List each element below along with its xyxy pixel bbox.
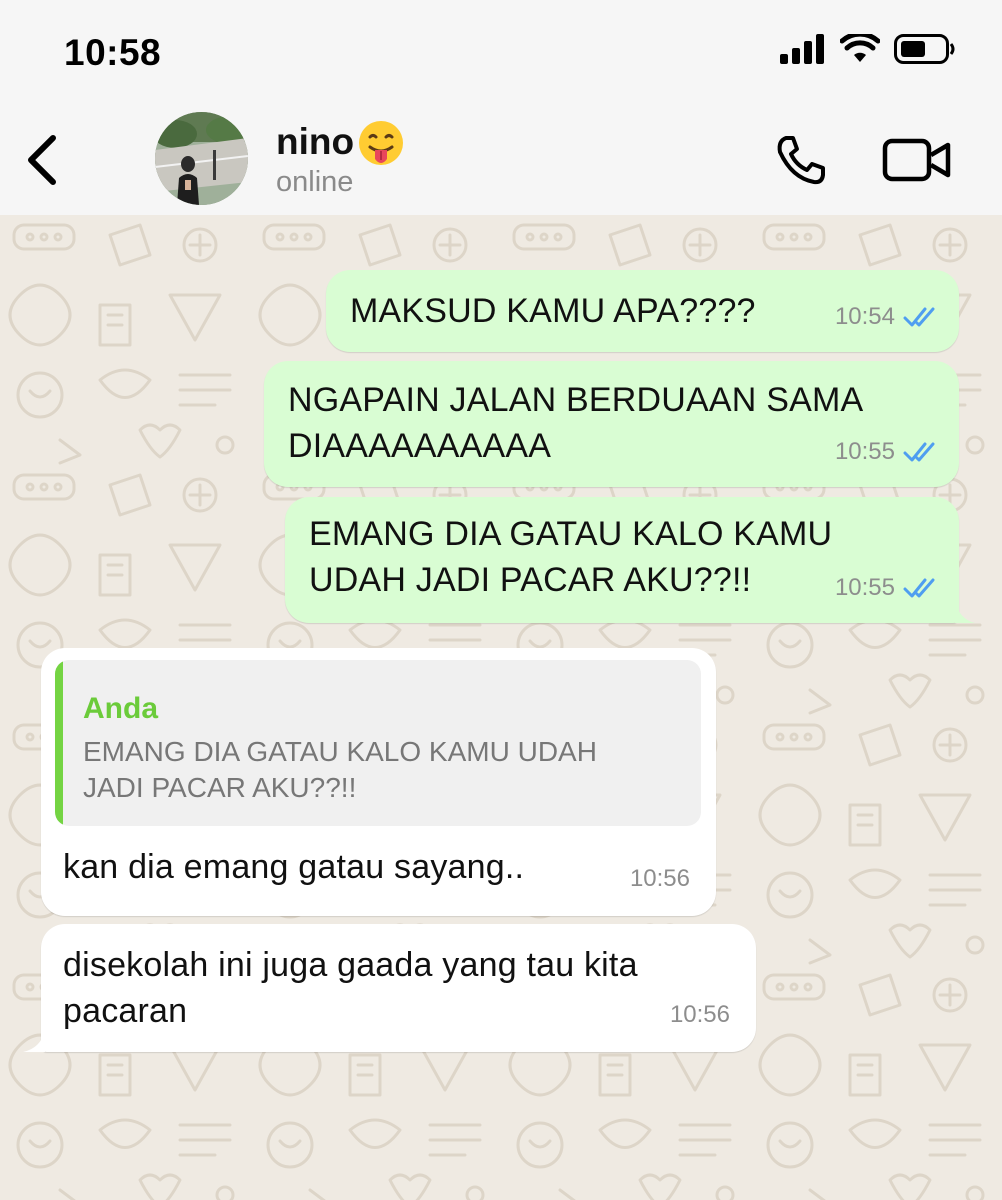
- battery-icon: [894, 33, 956, 69]
- contact-name-text: nino: [276, 121, 355, 162]
- message-meta: 10:55: [835, 565, 939, 611]
- message-text: disekolah ini juga gaada yang tau kita p…: [63, 946, 638, 1030]
- video-call-button[interactable]: [880, 134, 954, 186]
- message-text: EMANG DIA GATAU KALO KAMU UDAH JADI PACA…: [309, 515, 833, 599]
- message-meta: 10:54: [835, 294, 939, 340]
- quote-accent-bar: [55, 660, 63, 826]
- outgoing-message[interactable]: MAKSUD KAMU APA???? 10:54: [326, 270, 959, 352]
- message-time: 10:55: [834, 574, 895, 601]
- chat-area[interactable]: MAKSUD KAMU APA???? 10:54 NGAPAIN JALAN …: [0, 215, 1002, 1200]
- double-check-icon: [903, 442, 935, 462]
- wifi-icon: [839, 31, 881, 69]
- back-button[interactable]: [20, 130, 64, 190]
- message-meta: 10:55: [835, 429, 939, 475]
- chat-header: nino online: [0, 100, 1002, 215]
- quote-text: EMANG DIA GATAU KALO KAMU UDAH JADI PACA…: [83, 736, 597, 803]
- incoming-message[interactable]: disekolah ini juga gaada yang tau kita p…: [23, 924, 756, 1052]
- outgoing-message[interactable]: EMANG DIA GATAU KALO KAMU UDAH JADI PACA…: [285, 497, 975, 623]
- contact-emoji: [356, 119, 406, 165]
- message-time: 10:56: [629, 865, 690, 892]
- message-text: MAKSUD KAMU APA????: [350, 292, 756, 330]
- bubble-tail: [23, 1030, 45, 1052]
- quoted-message[interactable]: Anda EMANG DIA GATAU KALO KAMU UDAH JADI…: [55, 660, 701, 826]
- contact-name[interactable]: nino: [276, 119, 406, 165]
- message-text: kan dia emang gatau sayang..: [63, 848, 525, 886]
- status-icons: [780, 31, 956, 69]
- outgoing-message[interactable]: NGAPAIN JALAN BERDUAAN SAMA DIAAAAAAAAAA…: [264, 361, 959, 487]
- cellular-signal-icon: [780, 33, 826, 69]
- message-meta: 10:56: [670, 992, 730, 1038]
- message-meta: 10:56: [630, 856, 690, 902]
- incoming-message[interactable]: Anda EMANG DIA GATAU KALO KAMU UDAH JADI…: [41, 648, 716, 916]
- double-check-icon: [903, 578, 935, 598]
- video-camera-icon: [882, 138, 951, 182]
- quote-author: Anda: [83, 692, 158, 725]
- message-time: 10:56: [669, 1001, 730, 1028]
- chevron-left-icon: [28, 135, 56, 185]
- message-time: 10:55: [834, 438, 895, 465]
- double-check-icon: [903, 307, 935, 327]
- message-time: 10:54: [834, 303, 895, 330]
- message-text: NGAPAIN JALAN BERDUAAN SAMA DIAAAAAAAAAA: [288, 381, 864, 465]
- status-bar: 10:58: [0, 0, 1002, 100]
- bubble-tail: [955, 601, 975, 623]
- phone-icon: [777, 136, 825, 185]
- contact-status: online: [276, 166, 354, 198]
- status-time: 10:58: [64, 32, 162, 73]
- contact-avatar[interactable]: [155, 112, 248, 205]
- voice-call-button[interactable]: [770, 130, 832, 190]
